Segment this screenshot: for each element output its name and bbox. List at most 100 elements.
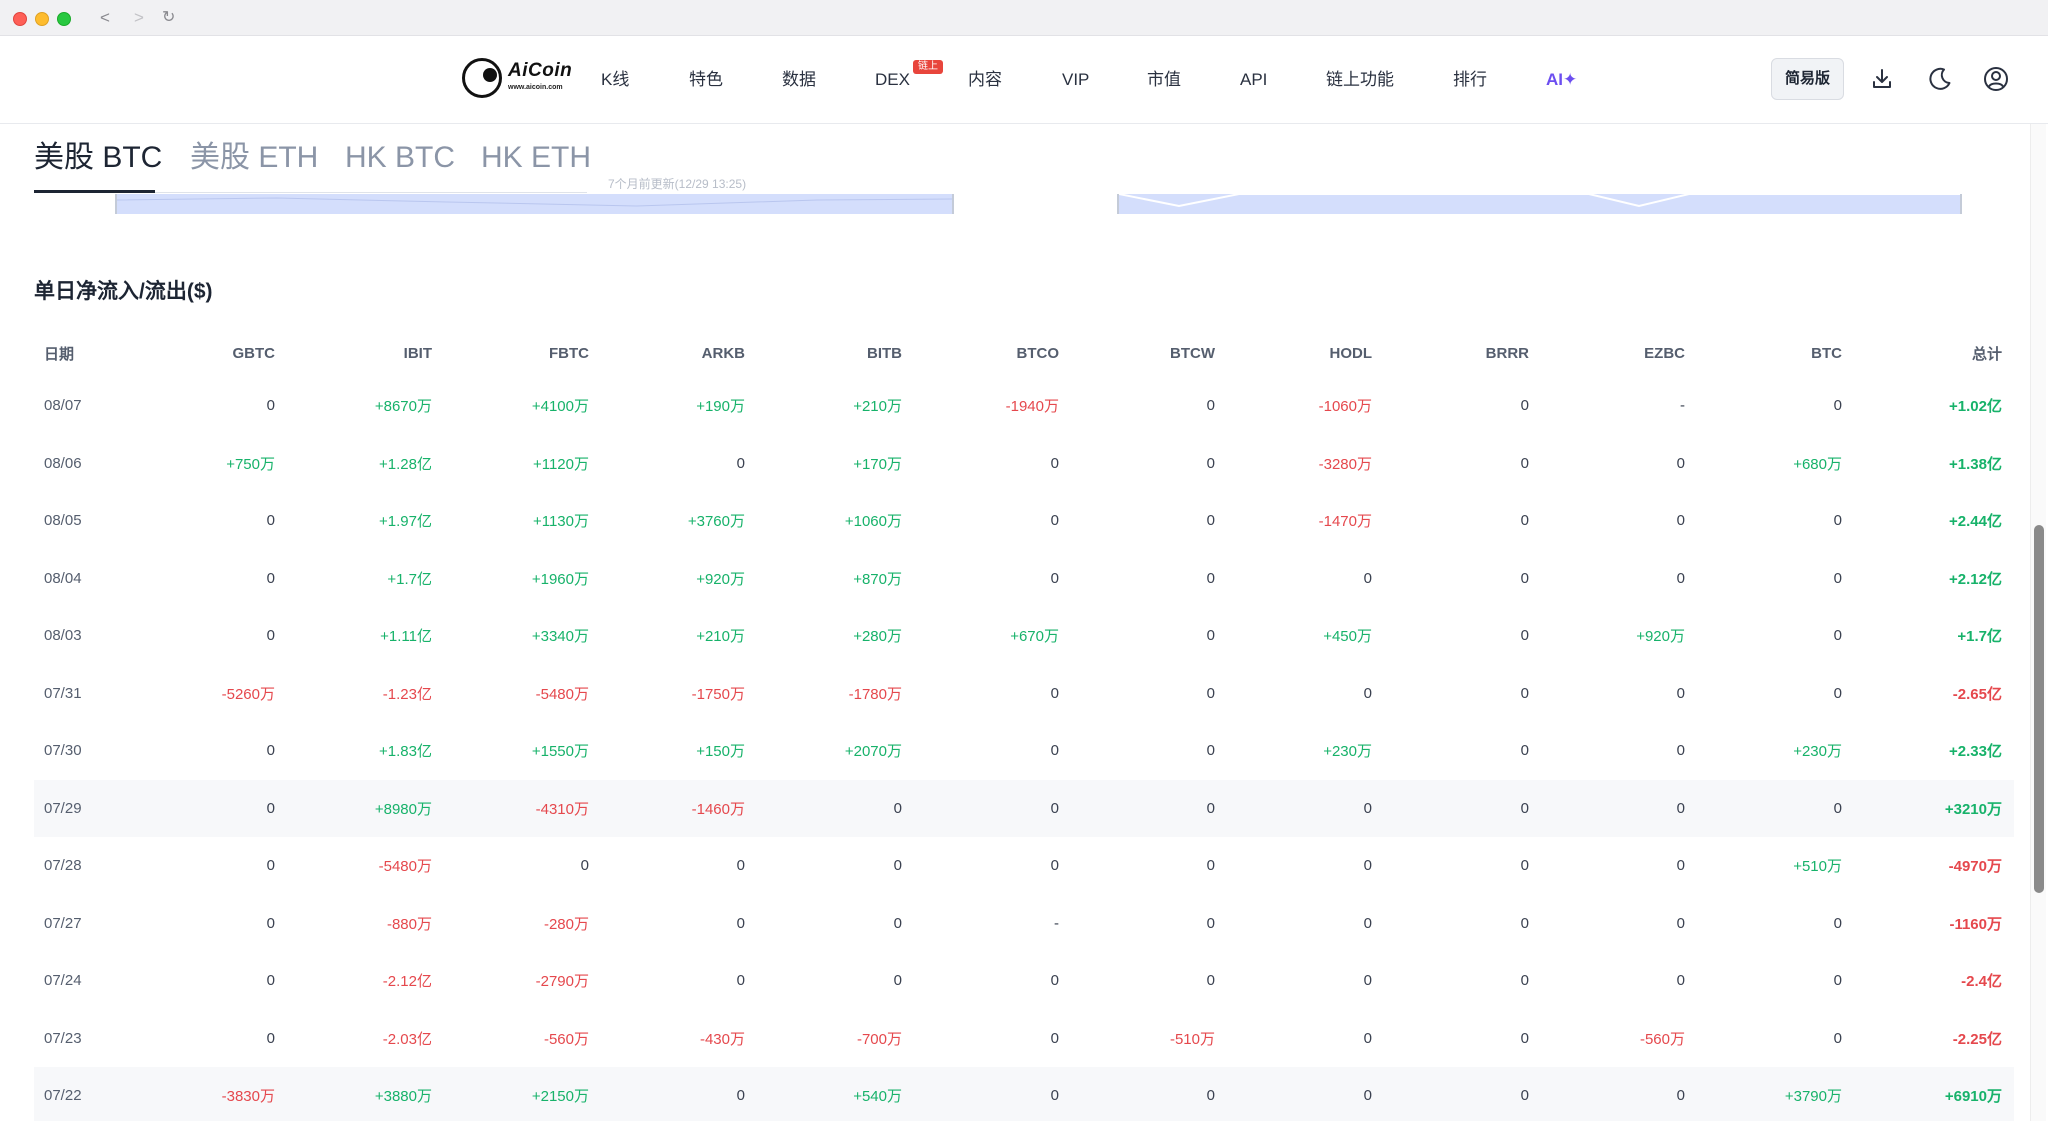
flow-cell: +1060万 — [844, 513, 902, 531]
flow-cell: +2.12亿 — [1949, 570, 2002, 588]
nav-market-cap[interactable]: 市值 — [1147, 69, 1181, 91]
flow-cell: -1470万 — [1318, 513, 1372, 531]
flow-cell: +1.7亿 — [1957, 628, 2002, 646]
flow-cell: +210万 — [696, 628, 745, 646]
flow-cell: +230万 — [1323, 743, 1372, 761]
column-header: FBTC — [549, 344, 589, 362]
flow-cell: 0 — [1520, 569, 1529, 587]
dex-badge: 链上 — [913, 60, 943, 74]
flow-cell: -880万 — [386, 915, 432, 933]
section-title: 单日净流入/流出($) — [34, 280, 213, 303]
flow-cell: 0 — [1050, 799, 1059, 817]
flow-cell: -3830万 — [221, 1088, 275, 1106]
flow-cell: 0 — [1520, 742, 1529, 760]
nav-data[interactable]: 数据 — [782, 69, 816, 91]
flow-cell: 0 — [736, 454, 745, 472]
moon-icon[interactable] — [1927, 66, 1953, 92]
nav-ranking[interactable]: 排行 — [1453, 69, 1487, 91]
maximize-window-button[interactable] — [57, 12, 71, 26]
user-icon[interactable] — [1983, 66, 2009, 92]
flow-cell: +3210万 — [1944, 800, 2002, 818]
column-header: ARKB — [701, 344, 745, 362]
flow-cell: +170万 — [853, 455, 902, 473]
flow-cell: -700万 — [856, 1030, 902, 1048]
scrollbar-thumb[interactable] — [2034, 525, 2044, 893]
flow-cell: -5480万 — [535, 685, 589, 703]
flow-cell: 0 — [266, 569, 275, 587]
tab-hk-btc[interactable]: HK BTC — [345, 138, 455, 178]
update-note: 7个月前更新(12/29 13:25) — [608, 177, 747, 191]
flow-cell: 0 — [1833, 1029, 1842, 1047]
table-row: 08/03 0 +1.11亿 +3340万 +210万 +280万 +670万 0 +450万 0… — [34, 607, 2014, 665]
tab-hk-eth[interactable]: HK ETH — [481, 138, 591, 178]
flow-cell: +450万 — [1323, 628, 1372, 646]
nav-api[interactable]: API — [1240, 69, 1267, 91]
minimize-window-button[interactable] — [35, 12, 49, 26]
flow-cell: -1160万 — [1949, 915, 2002, 933]
nav-dex[interactable]: DEX — [875, 69, 910, 91]
column-header: BTC — [1811, 344, 1842, 362]
table-row: 07/31 -5260万 -1.23亿 -5480万 -1750万 -1780万 0 0 0 0 0… — [34, 665, 2014, 723]
flow-cell: -1060万 — [1318, 398, 1372, 416]
logo-mark-icon — [462, 58, 502, 98]
nav-ai[interactable]: AI✦ — [1546, 69, 1577, 91]
flow-cell: 0 — [736, 914, 745, 932]
simple-mode-button[interactable]: 简易版 — [1771, 58, 1844, 100]
table-header-row: 日期 GBTC IBIT FBTC ARKB BITB BTCO BTCW HODL BRRR EZ… — [34, 329, 2014, 377]
flow-cell: 0 — [1363, 799, 1372, 817]
column-header: 日期 — [44, 345, 75, 363]
date-cell: 08/04 — [44, 569, 82, 587]
column-header: BRRR — [1485, 344, 1529, 362]
flow-cell: +280万 — [853, 628, 902, 646]
flow-cell: 0 — [1676, 454, 1685, 472]
aicoin-logo[interactable]: AiCoin www.aicoin.com — [462, 56, 574, 100]
flow-cell: 0 — [1363, 914, 1372, 932]
flow-cell: +190万 — [696, 398, 745, 416]
flow-cell: +680万 — [1793, 455, 1842, 473]
nav-vip[interactable]: VIP — [1062, 69, 1089, 91]
flow-cell: - — [1054, 914, 1059, 932]
date-cell: 08/03 — [44, 627, 82, 645]
flow-cell: 0 — [1676, 684, 1685, 702]
nav-content[interactable]: 内容 — [968, 69, 1002, 91]
nav-features[interactable]: 特色 — [689, 69, 723, 91]
flow-cell: 0 — [1206, 1087, 1215, 1105]
table-row: 07/23 0 -2.03亿 -560万 -430万 -700万 0 -510万 0 0 -560万… — [34, 1010, 2014, 1068]
flow-cell: 0 — [1206, 857, 1215, 875]
flow-cell: 0 — [1050, 1087, 1059, 1105]
column-header: BTCO — [1016, 344, 1060, 362]
flow-cell: +4100万 — [531, 398, 589, 416]
table-row: 07/27 0 -880万 -280万 0 0 - 0 0 0 0 0 -1160万 — [34, 895, 2014, 953]
flow-cell: 0 — [1520, 1087, 1529, 1105]
flow-cell: 0 — [1363, 1087, 1372, 1105]
browser-titlebar: < > ↻ — [0, 0, 2048, 36]
column-header: HODL — [1329, 344, 1373, 362]
flow-cell: 0 — [1206, 397, 1215, 415]
back-icon[interactable]: < — [100, 7, 110, 29]
column-header: EZBC — [1644, 344, 1685, 362]
nav-onchain[interactable]: 链上功能 — [1326, 69, 1394, 91]
flow-cell: 0 — [893, 857, 902, 875]
forward-icon[interactable]: > — [134, 7, 144, 29]
flow-cell: 0 — [1206, 914, 1215, 932]
tab-us-btc[interactable]: 美股 BTC — [34, 138, 162, 178]
table-row: 08/04 0 +1.7亿 +1960万 +920万 +870万 0 0 0 0 0 0 +2.12亿 — [34, 550, 2014, 608]
flow-cell: -510万 — [1169, 1030, 1215, 1048]
date-cell: 08/06 — [44, 454, 82, 472]
reload-icon[interactable]: ↻ — [162, 7, 175, 29]
flow-cell: -560万 — [543, 1030, 589, 1048]
flow-cell: +2.44亿 — [1949, 513, 2002, 531]
tab-us-eth[interactable]: 美股 ETH — [190, 138, 318, 178]
table-row: 08/06 +750万 +1.28亿 +1120万 0 +170万 0 0 -3280万 0 0 +6… — [34, 435, 2014, 493]
flow-cell: 0 — [1050, 512, 1059, 530]
logo-text: AiCoin — [508, 60, 573, 81]
flow-cell: +1960万 — [531, 570, 589, 588]
close-window-button[interactable] — [13, 12, 27, 26]
chart-remnant-right — [1117, 194, 1962, 214]
nav-kline[interactable]: K线 — [601, 69, 629, 91]
flow-cell: +1.83亿 — [379, 743, 432, 761]
download-icon[interactable] — [1869, 66, 1895, 92]
flow-cell: 0 — [1833, 569, 1842, 587]
table-row: 08/05 0 +1.97亿 +1130万 +3760万 +1060万 0 0 -1470万 0 0… — [34, 492, 2014, 550]
flow-cell: +920万 — [696, 570, 745, 588]
